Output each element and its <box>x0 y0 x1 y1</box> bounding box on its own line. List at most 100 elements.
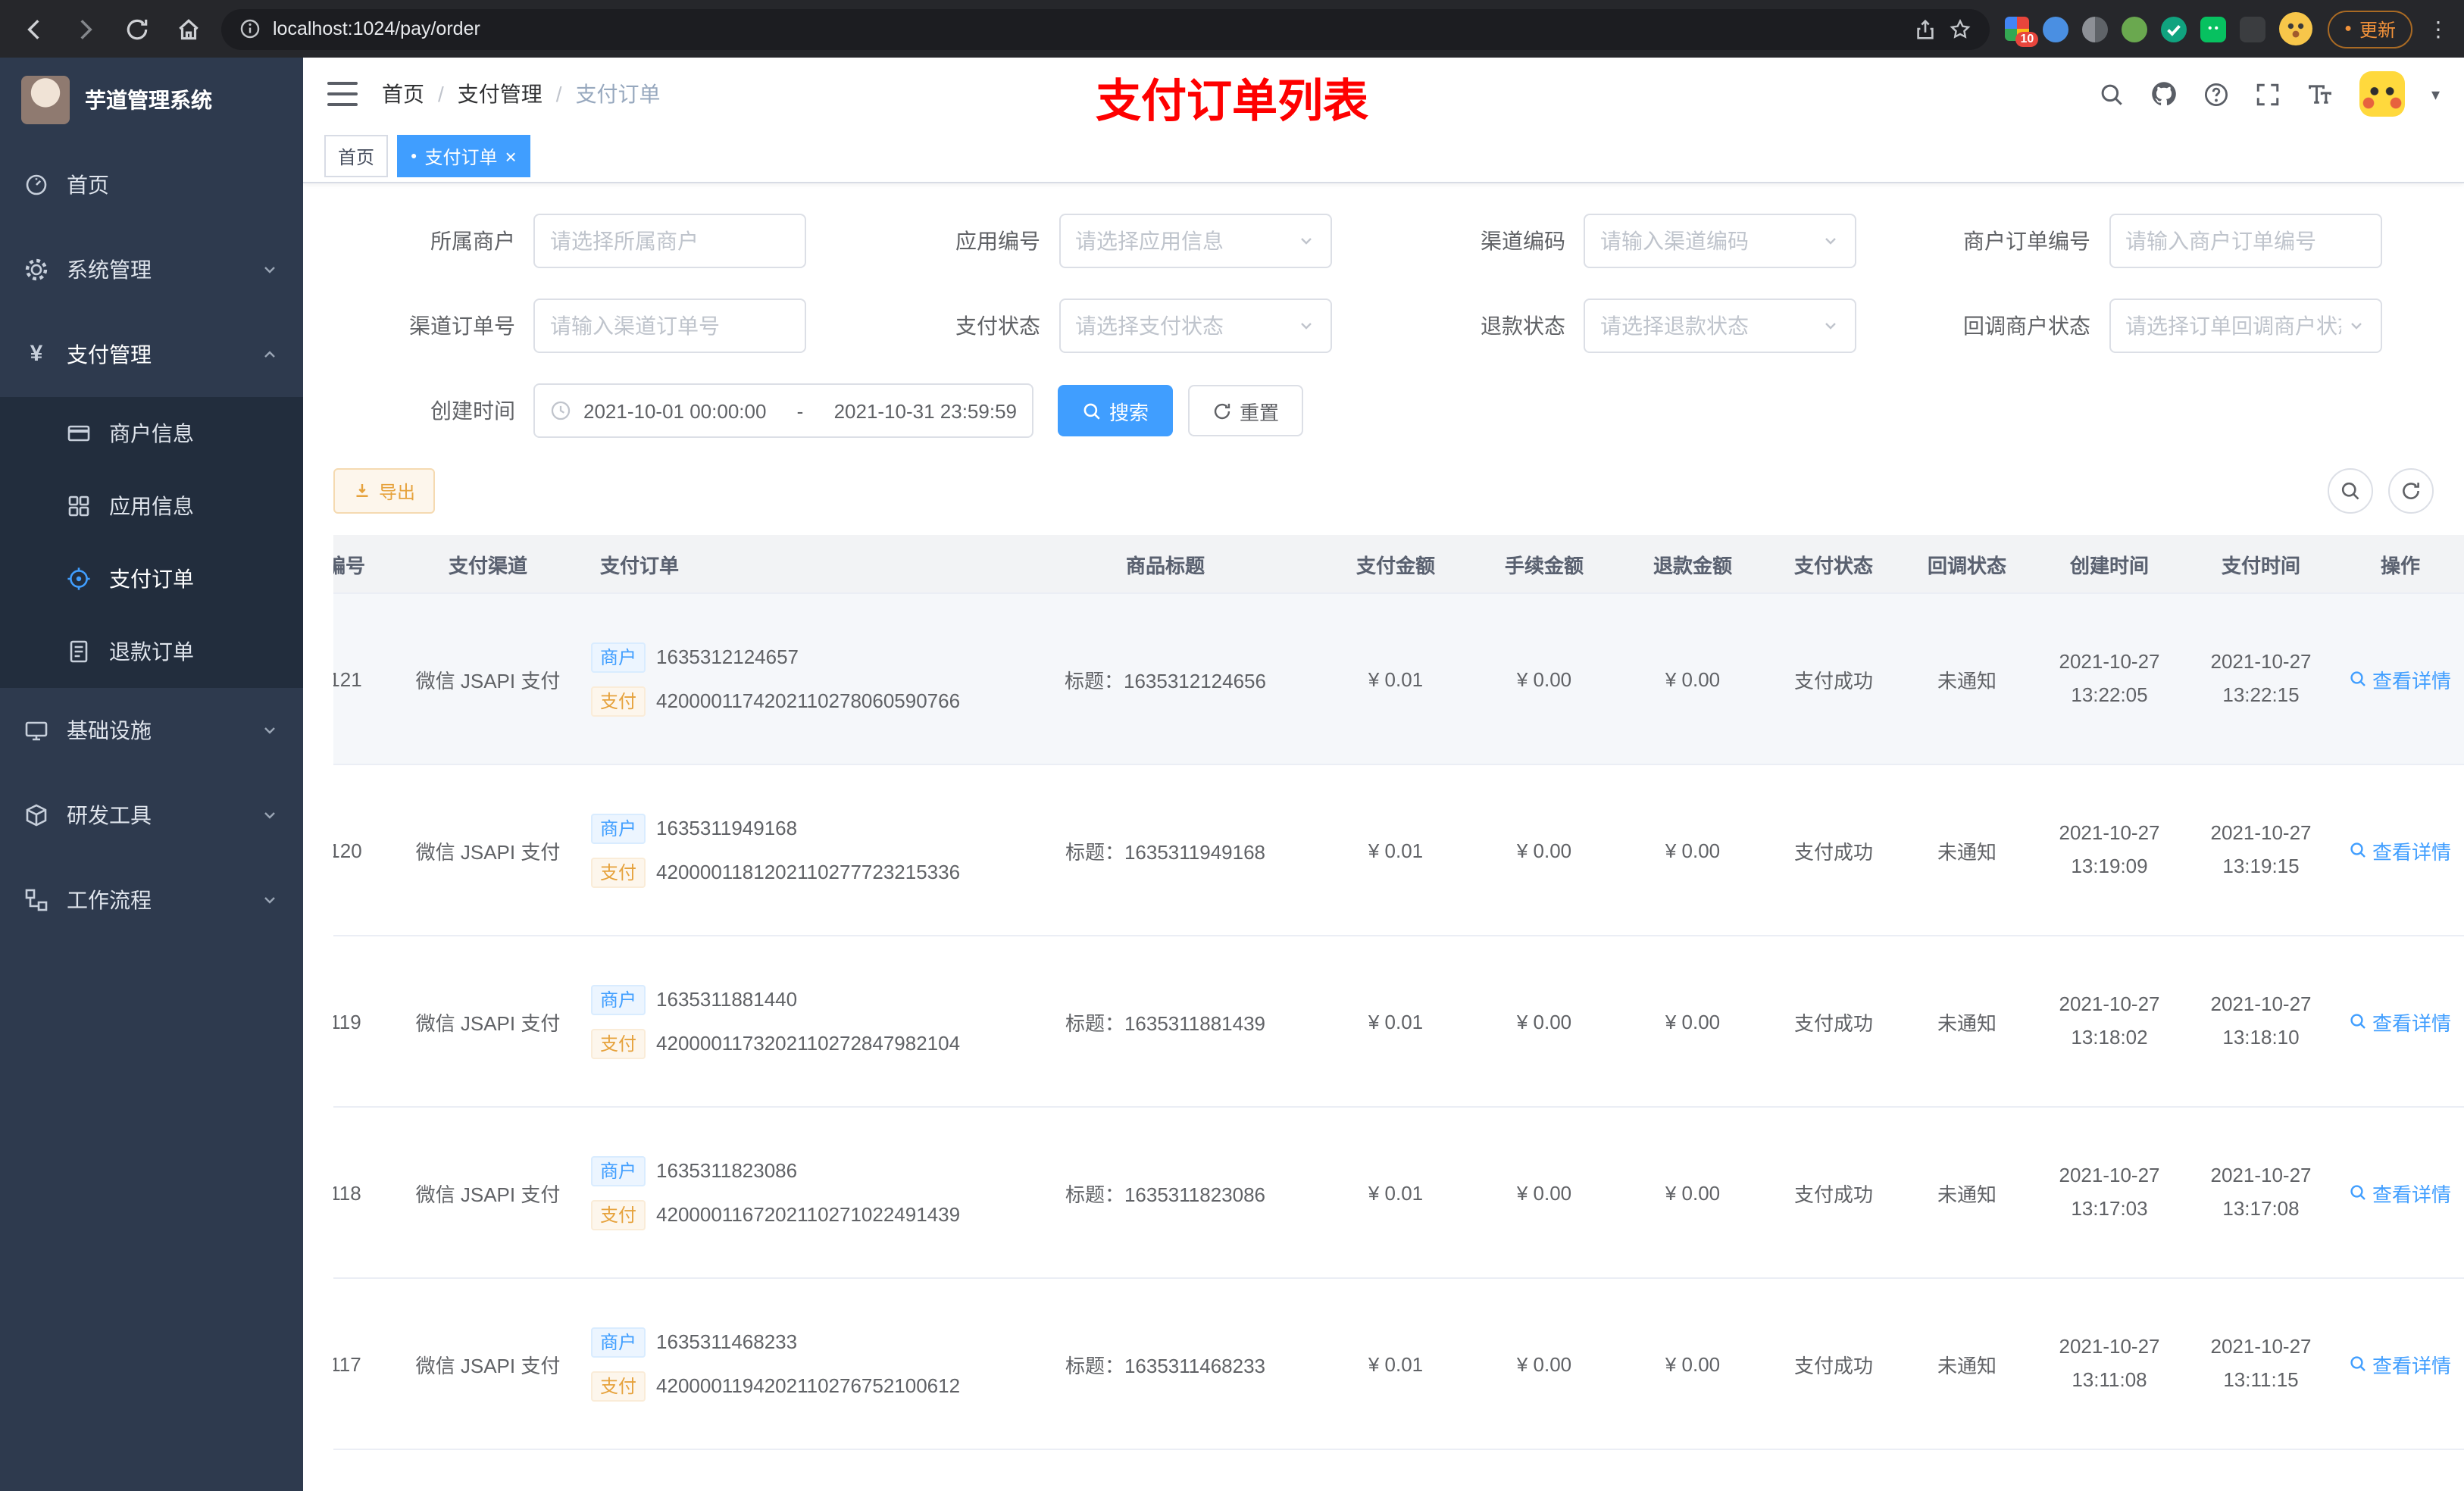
sidebar-item-label: 退款订单 <box>109 639 194 664</box>
extension-green-icon[interactable] <box>2122 16 2148 42</box>
site-info-icon[interactable] <box>239 18 261 39</box>
extension-chat-icon[interactable] <box>2200 16 2227 42</box>
filter-app-no: 应用编号 请选择应用信息 <box>858 214 1384 268</box>
merchant-chip: 商户 <box>591 813 646 843</box>
tab-label: 支付订单 <box>424 146 498 167</box>
cell-amount: ¥ 0.01 <box>1321 764 1470 936</box>
notify-status-select[interactable]: 请选择订单回调商户状态 <box>2109 299 2381 353</box>
reload-icon[interactable] <box>118 11 155 47</box>
sidebar-item-payment[interactable]: ¥ 支付管理 <box>0 312 303 397</box>
sidebar-item-infra[interactable]: 基础设施 <box>0 688 303 773</box>
tab-pay-order[interactable]: ● 支付订单 × <box>397 135 530 177</box>
breadcrumb-payment[interactable]: 支付管理 <box>458 79 543 109</box>
view-detail-link[interactable]: 查看详情 <box>2350 1349 2451 1378</box>
merchant-order-no-input[interactable] <box>2125 229 2365 253</box>
sidebar-item-pay-order[interactable]: 支付订单 <box>0 542 303 615</box>
profile-avatar[interactable] <box>2279 12 2313 45</box>
filter-label: 商户订单编号 <box>1963 229 2090 253</box>
cell-channel: 微信 JSAPI 支付 <box>394 1278 582 1450</box>
extension-puzzle-icon[interactable] <box>2240 16 2266 42</box>
filter-merchant-order-no: 商户订单编号 <box>1909 214 2434 268</box>
bookmark-star-icon[interactable] <box>1949 17 1972 40</box>
merchant-order-no: 1635311468233 <box>656 1330 798 1353</box>
search-button[interactable]: 搜索 <box>1058 385 1174 436</box>
logo[interactable]: 芋道管理系统 <box>0 58 303 142</box>
cell-title: 标题：1635311823086 <box>1009 1107 1321 1279</box>
search-icon <box>2350 670 2368 688</box>
date-range-picker[interactable]: 2021-10-01 00:00:00 - 2021-10-31 23:59:5… <box>533 383 1033 438</box>
cell-refund: ¥ 0.00 <box>1618 1107 1767 1279</box>
sidebar-item-home[interactable]: 首页 <box>0 142 303 227</box>
sidebar-item-merchant-info[interactable]: 商户信息 <box>0 397 303 470</box>
tab-home[interactable]: 首页 <box>324 135 389 177</box>
app-no-select[interactable]: 请选择应用信息 <box>1058 214 1331 268</box>
cell-fee: ¥ 0.00 <box>1470 764 1618 936</box>
forward-icon[interactable] <box>67 11 103 47</box>
merchant-select[interactable] <box>533 214 806 268</box>
cell-status: 支付成功 <box>1767 936 1900 1108</box>
share-icon[interactable] <box>1914 17 1937 40</box>
github-icon[interactable] <box>2151 80 2178 108</box>
view-detail-link[interactable]: 查看详情 <box>2350 1007 2451 1036</box>
merchant-chip: 商户 <box>591 1155 646 1186</box>
sidebar-item-dev-tools[interactable]: 研发工具 <box>0 773 303 858</box>
merchant-input[interactable] <box>550 229 790 253</box>
select-placeholder: 请选择订单回调商户状态 <box>2125 314 2340 338</box>
address-bar[interactable]: localhost:1024/pay/order <box>221 8 1990 49</box>
sidebar-item-label: 研发工具 <box>67 803 152 827</box>
font-size-icon[interactable] <box>2307 80 2334 108</box>
chrome-menu-icon[interactable]: ⋮ <box>2428 16 2449 42</box>
reset-button[interactable]: 重置 <box>1188 385 1304 436</box>
tab-close-icon[interactable]: × <box>505 146 517 166</box>
view-detail-label: 查看详情 <box>2372 840 2451 863</box>
view-detail-link[interactable]: 查看详情 <box>2350 664 2451 693</box>
url-text[interactable]: localhost:1024/pay/order <box>273 18 480 39</box>
date-start[interactable]: 2021-10-01 00:00:00 <box>583 399 766 422</box>
avatar-caret-icon[interactable]: ▾ <box>2431 84 2440 104</box>
sidebar-item-label: 系统管理 <box>67 258 152 282</box>
date-end[interactable]: 2021-10-31 23:59:59 <box>834 399 1017 422</box>
extension-badge: 10 <box>2015 32 2039 47</box>
chevron-down-icon <box>1821 232 1840 250</box>
refund-status-select[interactable]: 请选择退款状态 <box>1584 299 1856 353</box>
sidebar-item-label: 支付订单 <box>109 567 194 591</box>
channel-order-no-field[interactable] <box>533 299 806 353</box>
update-dot-icon: ● <box>2344 21 2352 35</box>
user-avatar[interactable] <box>2359 71 2406 117</box>
channel-code-select[interactable]: 请输入渠道编码 <box>1584 214 1856 268</box>
refresh-table-button[interactable] <box>2388 468 2434 514</box>
cell-action: 查看详情 <box>2337 1449 2464 1491</box>
home-icon[interactable] <box>170 11 206 47</box>
sidebar-item-workflow[interactable]: 工作流程 <box>0 858 303 942</box>
view-detail-link[interactable]: 查看详情 <box>2350 836 2451 864</box>
extension-check-icon[interactable] <box>2161 16 2187 42</box>
extension-contrast-icon[interactable] <box>2082 16 2109 42</box>
toggle-search-button[interactable] <box>2328 468 2373 514</box>
dashboard-icon <box>24 173 48 197</box>
cell-id: 119 <box>333 936 394 1108</box>
pay-chip: 支付 <box>591 1371 646 1401</box>
export-button[interactable]: 导出 <box>333 468 436 514</box>
back-icon[interactable] <box>15 11 52 47</box>
credit-card-icon <box>67 421 91 445</box>
extension-grid-icon[interactable]: 10 <box>2005 17 2039 47</box>
cell-action: 查看详情 <box>2337 1107 2464 1279</box>
pay-status-select[interactable]: 请选择支付状态 <box>1058 299 1331 353</box>
cell-order: 商户 1635311949168 支付 42000011812021102777… <box>582 764 1009 936</box>
cell-order: 商户 1635311823086 支付 42000011672021102710… <box>582 1107 1009 1279</box>
sidebar-item-system[interactable]: 系统管理 <box>0 227 303 312</box>
annotation-title: 支付订单列表 <box>1096 77 1368 127</box>
sidebar-item-app-info[interactable]: 应用信息 <box>0 470 303 542</box>
search-icon[interactable] <box>2100 81 2125 107</box>
sidebar-item-refund-order[interactable]: 退款订单 <box>0 615 303 688</box>
breadcrumb-home[interactable]: 首页 <box>382 79 424 109</box>
fullscreen-icon[interactable] <box>2256 81 2281 107</box>
update-label: 更新 <box>2359 19 2396 40</box>
chrome-update-button[interactable]: ● 更新 <box>2328 10 2412 48</box>
extension-drop-icon[interactable] <box>2043 16 2069 42</box>
channel-order-no-input[interactable] <box>550 314 790 338</box>
help-icon[interactable] <box>2204 81 2230 107</box>
view-detail-link[interactable]: 查看详情 <box>2350 1178 2451 1207</box>
merchant-order-no-field[interactable] <box>2109 214 2381 268</box>
hamburger-icon[interactable] <box>327 82 358 106</box>
